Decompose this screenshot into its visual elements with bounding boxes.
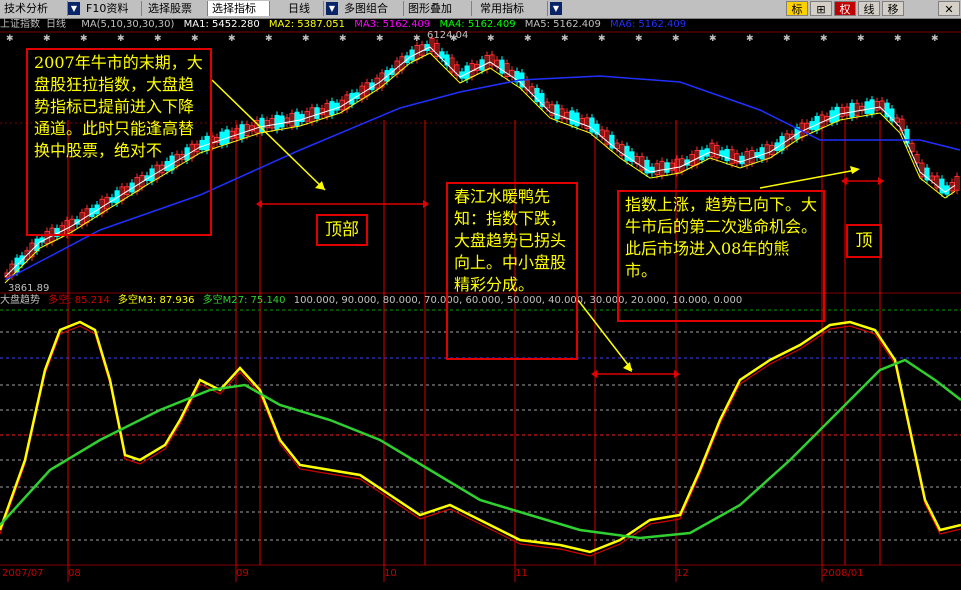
event-star-icon: ✱: [783, 34, 791, 44]
candle-body: [239, 124, 245, 140]
indicator-green-line: [0, 358, 961, 540]
arrow-head-icon: [423, 200, 429, 208]
event-star-icon: ✱: [635, 34, 643, 44]
event-star-icon: ✱: [117, 34, 125, 44]
date-axis: 2007/07 08 09 10 11 12 2008/01: [0, 566, 961, 582]
event-star-icon: ✱: [857, 34, 865, 44]
candle-body: [554, 104, 560, 120]
event-star-icon: ✱: [228, 34, 236, 44]
arrow-head-icon: [850, 166, 860, 174]
indicator-v1: 多空: 85.214: [48, 295, 110, 306]
candle-body: [849, 102, 855, 118]
candle-body: [219, 131, 225, 146]
date-label: 2008/01: [822, 568, 864, 579]
event-star-icon: ✱: [524, 34, 532, 44]
low-price-label: 3861.89: [8, 283, 50, 294]
arrow-head-icon: [674, 370, 680, 378]
event-star-icon: ✱: [265, 34, 273, 44]
event-star-icon: ✱: [709, 34, 717, 44]
candle-body: [329, 101, 335, 116]
event-star-icon: ✱: [561, 34, 569, 44]
candle-body: [314, 107, 320, 120]
candle-body: [334, 102, 340, 111]
date-label: 09: [236, 568, 249, 579]
event-star-icon: ✱: [820, 34, 828, 44]
candle-body: [724, 148, 730, 162]
candle-body: [294, 111, 300, 127]
label-top: 顶部: [316, 214, 368, 246]
event-star-icon: ✱: [154, 34, 162, 44]
candle-body: [864, 101, 870, 114]
event-star-icon: ✱: [894, 34, 902, 44]
arrow-head-icon: [591, 370, 597, 378]
label-top-2: 顶: [846, 224, 882, 258]
event-star-icon: ✱: [487, 34, 495, 44]
candle-body: [624, 145, 630, 161]
event-star-icon: ✱: [598, 34, 606, 44]
candle-body: [759, 147, 765, 160]
candle-body: [299, 113, 305, 123]
event-star-icon: ✱: [302, 34, 310, 44]
annotation-bull-end: 2007年牛市的末期，大盘股狂拉指数，大盘趋势指标已提前进入下降通道。此时只能逢…: [26, 48, 212, 236]
event-star-icon: ✱: [339, 34, 347, 44]
event-star-icon: ✱: [672, 34, 680, 44]
candle-body: [274, 114, 280, 130]
date-label: 11: [515, 568, 528, 579]
indicator-name: 大盘趋势: [0, 295, 40, 306]
event-star-icon: ✱: [80, 34, 88, 44]
date-label: 12: [676, 568, 689, 579]
date-label: 2007/07: [2, 568, 44, 579]
candle-body: [904, 128, 910, 144]
candle-body: [664, 162, 670, 173]
event-star-icon: ✱: [6, 34, 14, 44]
candle-body: [574, 112, 580, 127]
annotation-escape: 指数上涨，趋势已向下。大牛市后的第二次逃命机会。此后市场进入08年的熊市。: [617, 190, 825, 322]
arrow-head-icon: [841, 177, 847, 185]
candle-body: [869, 99, 875, 115]
indicator-v2: 多空M3: 87.936: [117, 295, 195, 306]
date-label: 10: [384, 568, 397, 579]
event-star-icon: ✱: [191, 34, 199, 44]
arrow-head-icon: [256, 200, 262, 208]
candle-body: [279, 115, 285, 128]
event-star-icon: ✱: [43, 34, 51, 44]
indicator-v3: 多空M27: 75.140: [202, 295, 286, 306]
candle-body: [739, 155, 745, 165]
high-price-label: 6124.04: [427, 30, 469, 41]
date-label: 08: [68, 568, 81, 579]
arrow-head-icon: [878, 177, 884, 185]
event-star-icon: ✱: [746, 34, 754, 44]
candle-body: [224, 129, 230, 144]
pointer-arrow: [759, 169, 857, 189]
event-star-icon: ✱: [931, 34, 939, 44]
event-star-icon: ✱: [376, 34, 384, 44]
candle-body: [569, 110, 575, 125]
annotation-duck: 春江水暖鸭先知：指数下跌，大盘趋势已拐头向上。中小盘股精彩分成。: [446, 182, 578, 360]
